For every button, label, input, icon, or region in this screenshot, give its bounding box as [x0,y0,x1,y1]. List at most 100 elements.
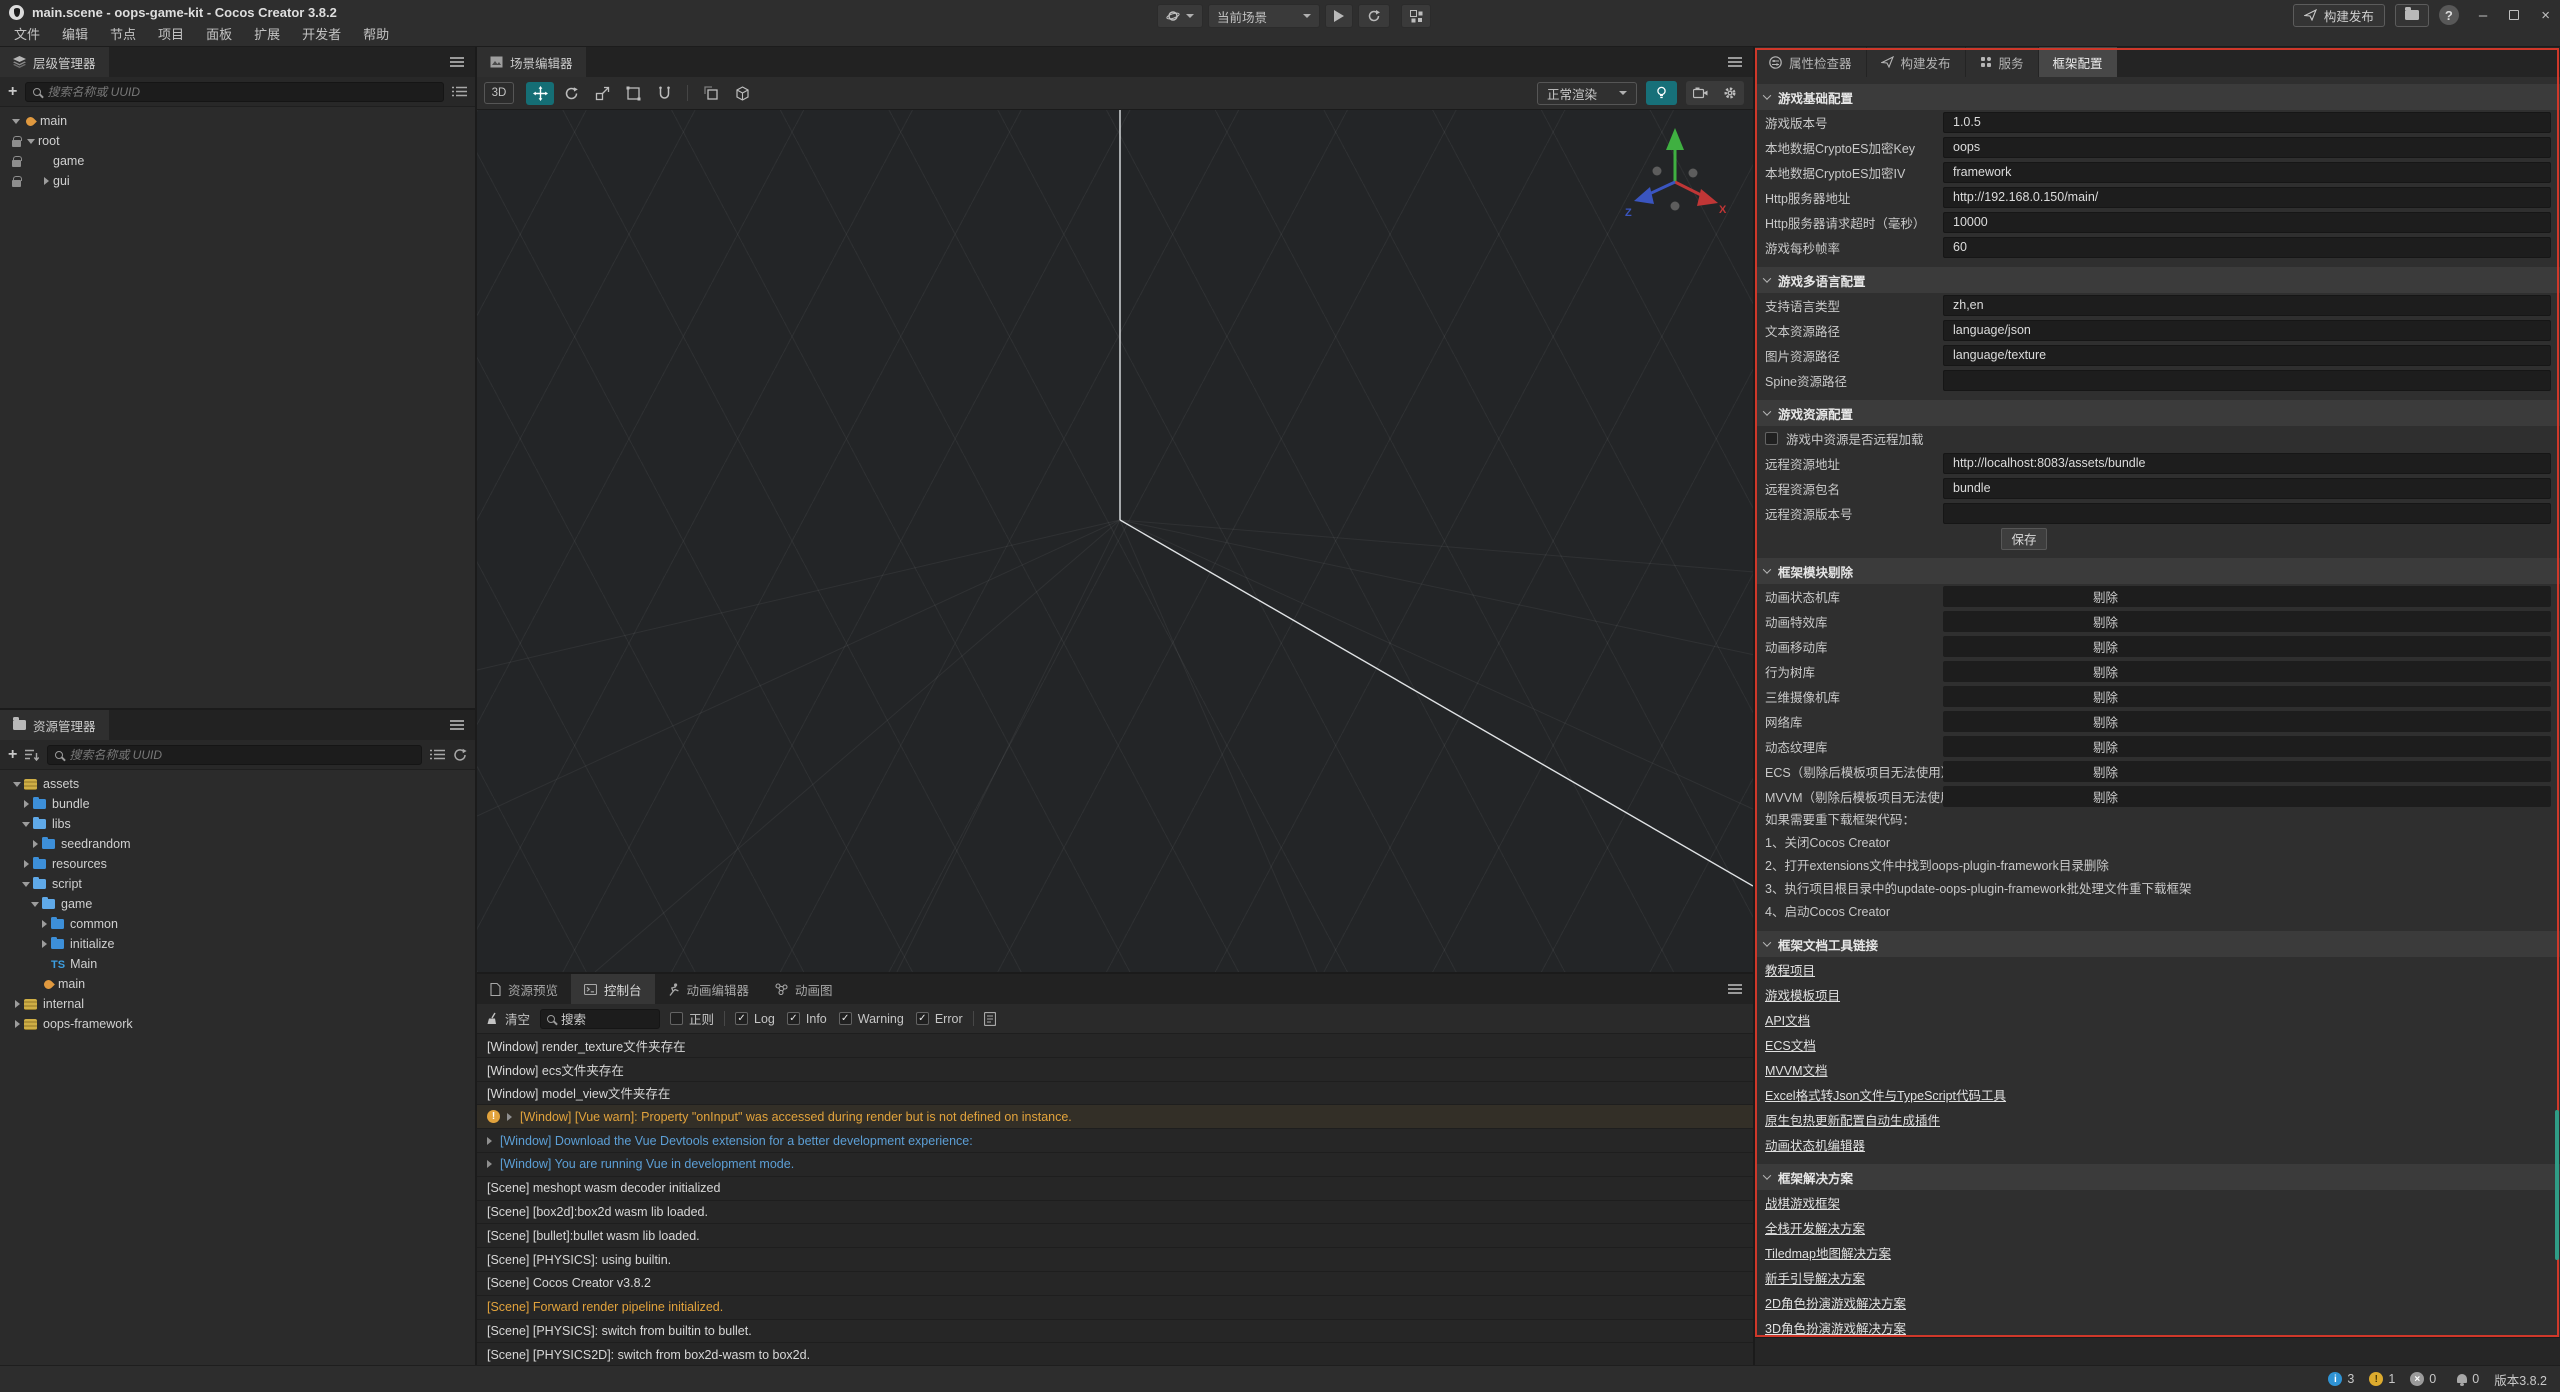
log-row[interactable]: [Scene] [box2d]:box2d wasm lib loaded. [477,1201,1753,1225]
chevron-down-icon[interactable] [24,139,38,144]
expand-arrow-icon[interactable] [507,1113,512,1121]
field-input[interactable]: http://192.168.0.150/main/ [1943,187,2551,208]
doc-link[interactable]: Excel格式转Json文件与TypeScript代码工具 [1765,1085,2006,1104]
section-header-0[interactable]: 游戏基础配置 [1755,84,2560,110]
doc-link[interactable]: MVVM文档 [1765,1060,1828,1079]
sort-icon[interactable] [25,749,39,761]
doc-link[interactable]: 新手引导解决方案 [1765,1268,1865,1287]
dimension-toggle-button[interactable]: 3D [484,82,514,104]
tree-node[interactable]: common [0,914,475,934]
section-header-2[interactable]: 游戏资源配置 [1755,400,2560,426]
remove-module-button[interactable]: 剔除 [2093,637,2118,656]
tree-node[interactable]: assets [0,774,475,794]
doc-link[interactable]: API文档 [1765,1010,1810,1029]
move-tool-button[interactable] [526,82,554,105]
maximize-button[interactable] [2509,10,2519,20]
tree-node[interactable]: initialize [0,934,475,954]
tree-node[interactable]: game [0,894,475,914]
chevron-right-icon[interactable] [37,940,51,948]
render-mode-dropdown[interactable]: 正常渲染 [1537,82,1637,105]
log-row[interactable]: [Window] Download the Vue Devtools exten… [477,1129,1753,1153]
scene-selector-dropdown[interactable]: 当前场景 [1208,4,1320,28]
section-header-1[interactable]: 游戏多语言配置 [1755,267,2560,293]
scene-settings-button[interactable] [1715,86,1744,100]
field-input[interactable] [1943,370,2551,391]
hierarchy-search-input[interactable]: 搜索名称或 UUID [25,82,444,102]
field-input[interactable]: language/json [1943,320,2551,341]
console-search-input[interactable]: 搜索 [540,1009,660,1029]
log-row[interactable]: [Scene] meshopt wasm decoder initialized [477,1177,1753,1201]
doc-link[interactable]: 战棋游戏框架 [1765,1193,1840,1212]
scale-tool-button[interactable] [588,82,616,105]
panel-menu-icon[interactable] [1728,984,1742,994]
tab-inspector-2[interactable]: 服务 [1966,47,2038,77]
rotate-tool-button[interactable] [557,82,585,105]
remove-module-button[interactable]: 剔除 [2093,612,2118,631]
assets-search-input[interactable]: 搜索名称或 UUID [47,745,422,765]
section-header-3[interactable]: 框架模块剔除 [1755,558,2560,584]
log-row[interactable]: [Scene] [PHYSICS2D]: switch from box2d-w… [477,1343,1753,1365]
panel-menu-icon[interactable] [450,57,464,67]
remove-module-button[interactable]: 剔除 [2093,762,2118,781]
chevron-right-icon[interactable] [19,860,33,868]
checkbox-icon[interactable] [1765,432,1778,445]
log-filter-info[interactable]: Info [787,1012,827,1026]
tab-console-0[interactable]: 资源预览 [477,974,571,1004]
close-button[interactable]: × [2541,7,2550,24]
tab-console-1[interactable]: 控制台 [571,974,655,1004]
field-input[interactable]: 10000 [1943,212,2551,233]
log-row[interactable]: [Window] You are running Vue in developm… [477,1153,1753,1177]
tree-node[interactable]: main [0,974,475,994]
log-row[interactable]: [Window] ecs文件夹存在 [477,1058,1753,1082]
scrollbar-thumb[interactable] [2555,1110,2559,1260]
chevron-down-icon[interactable] [19,882,33,887]
panel-menu-icon[interactable] [1728,57,1742,67]
field-input[interactable]: bundle [1943,478,2551,499]
remove-module-button[interactable]: 剔除 [2093,587,2118,606]
doc-link[interactable]: ECS文档 [1765,1035,1816,1054]
doc-link[interactable]: 教程项目 [1765,960,1815,979]
filter-list-icon[interactable] [430,749,445,761]
tree-node[interactable]: Main [0,954,475,974]
doc-link[interactable]: 游戏模板项目 [1765,985,1840,1004]
field-input[interactable]: zh,en [1943,295,2551,316]
menu-item-1[interactable]: 编辑 [51,24,99,46]
remove-module-button[interactable]: 剔除 [2093,662,2118,681]
chevron-right-icon[interactable] [10,1020,24,1028]
remove-module-button[interactable]: 剔除 [2093,687,2118,706]
doc-link[interactable]: 动画状态机编辑器 [1765,1135,1865,1154]
log-row[interactable]: [Window] model_view文件夹存在 [477,1082,1753,1106]
chevron-down-icon[interactable] [10,782,24,787]
field-input[interactable]: framework [1943,162,2551,183]
field-input[interactable]: http://localhost:8083/assets/bundle [1943,453,2551,474]
preview-target-button[interactable] [1157,4,1203,28]
field-input[interactable]: 60 [1943,237,2551,258]
save-button[interactable]: 保存 [2001,528,2047,550]
section-header-4[interactable]: 框架文档工具链接 [1755,931,2560,957]
rect-tool-button[interactable] [619,82,647,105]
tab-console-2[interactable]: 动画编辑器 [655,974,763,1004]
minimize-button[interactable]: – [2479,7,2487,24]
doc-link[interactable]: 全栈开发解决方案 [1765,1218,1865,1237]
tree-node[interactable]: seedrandom [0,834,475,854]
log-row[interactable]: [Window] [Vue warn]: Property "onInput" … [477,1105,1753,1129]
tree-node[interactable]: game [0,151,475,171]
doc-link[interactable]: 2D角色扮演游戏解决方案 [1765,1293,1906,1312]
create-node-button[interactable]: + [8,84,17,100]
tab-inspector-0[interactable]: 属性检查器 [1755,47,1866,77]
tree-node[interactable]: libs [0,814,475,834]
remove-module-button[interactable]: 剔除 [2093,712,2118,731]
status-info-counter[interactable]: i 3 [2328,1372,2354,1386]
lighting-toggle-button[interactable] [1646,81,1677,105]
open-project-folder-button[interactable] [2395,4,2429,27]
field-input[interactable]: oops [1943,137,2551,158]
preview-qr-button[interactable] [1401,4,1431,28]
tree-node[interactable]: resources [0,854,475,874]
status-notification-counter[interactable]: 0 [2457,1372,2479,1386]
chevron-right-icon[interactable] [10,1000,24,1008]
tree-node[interactable]: internal [0,994,475,1014]
gizmo-settings-button[interactable] [728,82,756,105]
tab-hierarchy[interactable]: 层级管理器 [0,47,109,77]
build-publish-button[interactable]: 构建发布 [2293,4,2385,27]
menu-item-0[interactable]: 文件 [3,24,51,46]
